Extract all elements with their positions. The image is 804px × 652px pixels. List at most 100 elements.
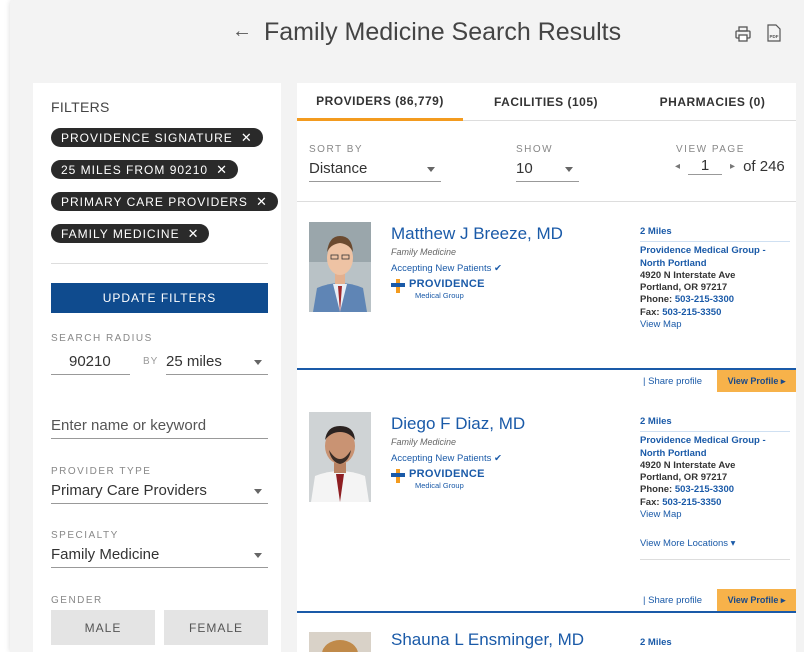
page-total: of 246 [743,157,785,175]
fax-label: Fax: [640,306,660,318]
tab-providers[interactable]: PROVIDERS (86,779) [297,83,463,121]
back-arrow-icon[interactable]: ← [232,20,252,43]
phone-link[interactable]: 503-215-3300 [675,294,734,305]
filter-chip-specialty[interactable]: FAMILY MEDICINE ✕ [51,224,210,243]
view-map-link[interactable]: View Map [640,509,790,521]
accepting-patients: Accepting New Patients ✔ [391,263,502,274]
location-info: 2 Miles [640,637,790,652]
brand-name: PROVIDENCE [409,278,485,290]
specialty-label: SPECIALTY [51,530,119,541]
location-group[interactable]: Providence Medical Group - North Portlan… [640,245,790,270]
filter-chip-radius[interactable]: 25 MILES FROM 90210 ✕ [51,160,238,179]
provider-photo[interactable] [309,412,371,502]
view-profile-button[interactable]: View Profile ▸ [717,370,796,392]
filters-panel: FILTERS PROVIDENCE SIGNATURE ✕ 25 MILES … [33,83,281,652]
filter-chip-provider-type[interactable]: PRIMARY CARE PROVIDERS ✕ [51,192,278,211]
by-label: BY [143,356,159,367]
provider-card: Matthew J Breeze, MD Family Medicine Acc… [297,202,796,398]
phone-link[interactable]: 503-215-3300 [675,484,734,495]
cross-icon [391,279,405,293]
chevron-down-icon [427,166,435,172]
search-radius-label: SEARCH RADIUS [51,333,153,344]
pagination: ◂ 1 ▸ of 246 [675,157,785,175]
close-icon[interactable]: ✕ [216,162,228,178]
filter-chip-providence-signature[interactable]: PROVIDENCE SIGNATURE ✕ [51,128,263,147]
prev-page-icon[interactable]: ◂ [675,161,680,172]
view-page-label: VIEW PAGE [676,144,745,155]
chevron-down-icon [254,552,262,558]
chip-label: FAMILY MEDICINE [61,226,180,241]
provider-name[interactable]: Shauna L Ensminger, MD [391,630,584,650]
pdf-icon[interactable]: PDF [767,24,781,42]
sort-select[interactable]: Distance [309,156,441,182]
distance: 2 Miles [640,637,790,652]
gender-label: GENDER [51,595,103,606]
keyword-input[interactable]: Enter name or keyword [51,413,268,439]
provider-card: Diego F Diaz, MD Family Medicine Accepti… [297,398,796,618]
chip-label: 25 MILES FROM 90210 [61,162,209,177]
phone: Phone: 503-215-3300 [640,294,790,306]
provider-name[interactable]: Diego F Diaz, MD [391,414,525,434]
provider-photo[interactable] [309,632,371,652]
chevron-down-icon [565,166,573,172]
close-icon[interactable]: ✕ [241,130,253,146]
brand-sub: Medical Group [415,291,464,300]
address-line-2: Portland, OR 97217 [640,472,728,484]
tab-pharmacies[interactable]: PHARMACIES (0) [629,83,796,121]
location-info: 2 Miles Providence Medical Group - North… [640,226,790,331]
view-more-locations-link[interactable]: View More Locations ▾ [640,538,735,549]
filters-title: FILTERS [51,99,110,115]
update-filters-button[interactable]: UPDATE FILTERS [51,283,268,313]
chip-label: PRIMARY CARE PROVIDERS [61,194,248,209]
cross-icon [391,469,405,483]
page-input[interactable]: 1 [688,157,723,175]
zip-input[interactable]: 90210 [51,349,130,375]
view-map-link[interactable]: View Map [640,319,790,331]
provider-type-select[interactable]: Primary Care Providers [51,478,268,504]
providence-logo: PROVIDENCE Medical Group [391,278,491,302]
fax-link[interactable]: 503-215-3350 [662,497,721,508]
phone: Phone: 503-215-3300 [640,484,790,496]
provider-photo[interactable] [309,222,371,312]
fax-link[interactable]: 503-215-3350 [662,307,721,318]
card-inner-divider [640,559,790,560]
card-actions: | Share profile View Profile ▸ [297,589,796,613]
fax-label: Fax: [640,496,660,508]
sort-by-label: SORT BY [309,144,364,155]
show-value: 10 [516,160,533,177]
close-icon[interactable]: ✕ [188,226,200,242]
share-profile-link[interactable]: | Share profile [643,376,702,387]
svg-text:PDF: PDF [770,34,779,39]
show-label: SHOW [516,144,554,155]
provider-type-value: Primary Care Providers [51,482,207,499]
tab-facilities[interactable]: FACILITIES (105) [463,83,629,121]
fax: Fax: 503-215-3350 [640,307,790,319]
provider-card: Shauna L Ensminger, MD 2 Miles [297,618,796,652]
phone-label: Phone: [640,294,673,306]
address-line-2: Portland, OR 97217 [640,282,728,294]
results-tabs: PROVIDERS (86,779) FACILITIES (105) PHAR… [297,83,796,121]
view-profile-button[interactable]: View Profile ▸ [717,589,796,611]
location-group[interactable]: Providence Medical Group - North Portlan… [640,435,790,460]
next-page-icon[interactable]: ▸ [730,161,735,172]
card-actions: | Share profile View Profile ▸ [297,370,796,394]
print-icon[interactable] [735,26,751,42]
chip-label: PROVIDENCE SIGNATURE [61,130,233,145]
brand-name: PROVIDENCE [409,468,485,480]
radius-select[interactable]: 25 miles [166,349,268,375]
gender-male-button[interactable]: MALE [51,610,155,645]
location-info: 2 Miles Providence Medical Group - North… [640,416,790,521]
brand-sub: Medical Group [415,481,464,490]
page-title: Family Medicine Search Results [264,18,622,46]
gender-female-button[interactable]: FEMALE [164,610,268,645]
show-select[interactable]: 10 [516,156,579,182]
card-divider [297,611,796,613]
specialty-select[interactable]: Family Medicine [51,542,268,568]
close-icon[interactable]: ✕ [256,194,268,210]
provider-name[interactable]: Matthew J Breeze, MD [391,224,563,244]
share-profile-link[interactable]: | Share profile [643,595,702,606]
phone-label: Phone: [640,484,673,496]
page-header: ← Family Medicine Search Results PDF [10,0,804,70]
filters-divider [51,263,268,264]
address-line-1: 4920 N Interstate Ave [640,269,736,281]
